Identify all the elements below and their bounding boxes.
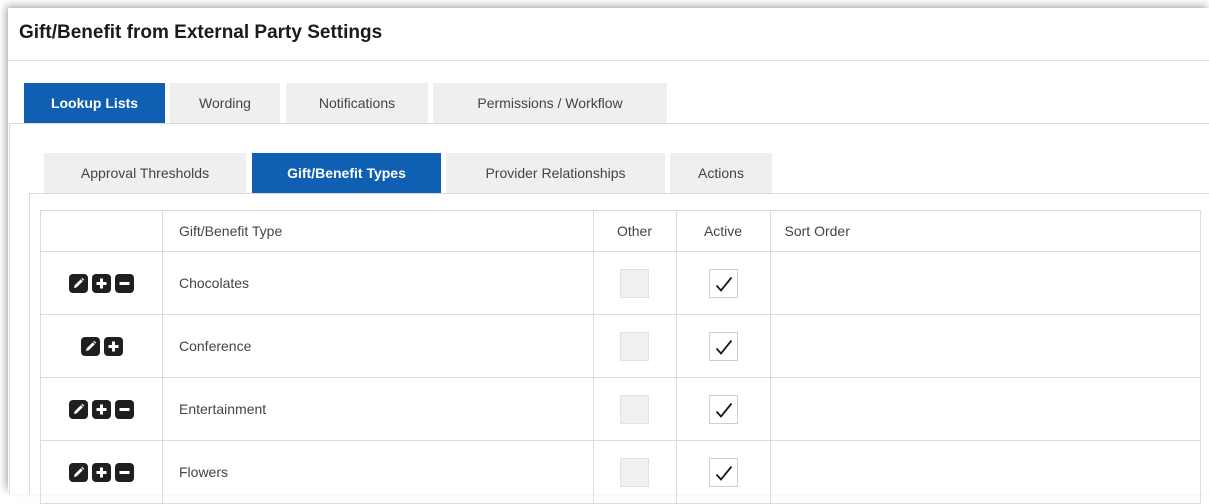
cell-sort-order: [769, 251, 1201, 315]
header-other[interactable]: Other: [592, 210, 677, 252]
checkmark-icon: [715, 402, 732, 418]
header-actions: [40, 210, 163, 252]
table-row: Flowers: [40, 440, 1201, 504]
row-actions: [41, 273, 162, 293]
cell-gift-benefit-type: Flowers: [162, 440, 594, 504]
tab-notifications[interactable]: Notifications: [286, 83, 428, 123]
header-sort-order[interactable]: Sort Order: [769, 210, 1201, 252]
add-icon[interactable]: [92, 273, 111, 293]
title-divider: [8, 60, 1209, 61]
cell-sort-order: [769, 440, 1201, 504]
add-icon[interactable]: [92, 462, 111, 482]
other-checkbox[interactable]: [620, 268, 649, 298]
tab-wording[interactable]: Wording: [170, 83, 280, 123]
edit-icon[interactable]: [80, 336, 100, 356]
add-icon[interactable]: [103, 336, 123, 356]
header-active[interactable]: Active: [675, 210, 771, 252]
tab-gift-benefit-types[interactable]: Gift/Benefit Types: [252, 153, 441, 193]
tab-lookup-lists[interactable]: Lookup Lists: [24, 83, 165, 123]
checkmark-icon: [715, 339, 732, 355]
active-checkbox[interactable]: [708, 268, 738, 298]
table-row: Conference: [40, 314, 1201, 378]
row-actions: [41, 462, 162, 482]
table-row: Chocolates: [40, 251, 1201, 315]
cell-gift-benefit-type: Entertainment: [162, 377, 594, 441]
row-actions: [41, 399, 162, 419]
edit-icon[interactable]: [69, 462, 88, 482]
add-icon[interactable]: [92, 399, 111, 419]
remove-icon[interactable]: [115, 273, 134, 293]
remove-icon[interactable]: [115, 399, 134, 419]
tab-actions[interactable]: Actions: [670, 153, 772, 193]
page-title: Gift/Benefit from External Party Setting…: [19, 22, 383, 43]
cell-gift-benefit-type: Chocolates: [162, 251, 594, 315]
tab-permissions-workflow[interactable]: Permissions / Workflow: [433, 83, 667, 123]
edit-icon[interactable]: [69, 273, 88, 293]
remove-icon[interactable]: [115, 462, 134, 482]
other-checkbox[interactable]: [620, 331, 649, 361]
other-checkbox[interactable]: [620, 394, 649, 424]
other-checkbox[interactable]: [620, 457, 649, 487]
active-checkbox[interactable]: [708, 394, 738, 424]
table-header-row: Gift/Benefit Type Other Active Sort Orde…: [40, 210, 1201, 252]
cell-gift-benefit-type: Conference: [162, 314, 594, 378]
header-gift-benefit-type[interactable]: Gift/Benefit Type: [162, 210, 594, 252]
edit-icon[interactable]: [69, 399, 88, 419]
tab-approval-thresholds[interactable]: Approval Thresholds: [44, 153, 246, 193]
row-actions: [41, 336, 162, 356]
cell-sort-order: [769, 377, 1201, 441]
active-checkbox[interactable]: [708, 331, 738, 361]
cell-sort-order: [769, 314, 1201, 378]
gift-benefit-types-table: Gift/Benefit Type Other Active Sort Orde…: [40, 210, 1201, 504]
tab-provider-relationships[interactable]: Provider Relationships: [446, 153, 665, 193]
checkmark-icon: [715, 276, 732, 292]
checkmark-icon: [715, 465, 732, 481]
active-checkbox[interactable]: [708, 457, 738, 487]
table-row: Entertainment: [40, 377, 1201, 441]
